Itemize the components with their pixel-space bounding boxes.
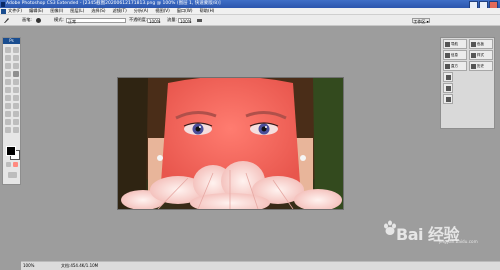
airbrush-icon[interactable] xyxy=(196,17,203,24)
window-title: Adobe Photoshop CS3 Extended - [2345截图20… xyxy=(6,1,221,6)
dodge-tool-icon[interactable] xyxy=(13,95,19,101)
workspace-button[interactable]: 工作区 ▾ xyxy=(412,17,430,24)
brush-label: 画笔: xyxy=(22,17,32,22)
brush-tool-active-icon[interactable] xyxy=(13,71,19,77)
menu-layer[interactable]: 图层(L) xyxy=(70,8,84,14)
menu-select[interactable]: 选择(S) xyxy=(91,8,105,14)
foreground-color-swatch[interactable] xyxy=(6,146,16,156)
eraser-tool-icon[interactable] xyxy=(5,87,11,93)
menu-view[interactable]: 视图(V) xyxy=(155,8,170,14)
type-tool-icon[interactable] xyxy=(13,103,19,109)
menu-help[interactable]: 帮助(H) xyxy=(200,8,215,14)
healing-brush-tool-icon[interactable] xyxy=(5,71,11,77)
crop-tool-icon[interactable] xyxy=(5,63,11,69)
panel-histogram-label: 直方 xyxy=(451,64,458,68)
pen-tool-icon[interactable] xyxy=(5,103,11,109)
menu-edit[interactable]: 编辑(E) xyxy=(29,8,43,14)
slice-tool-icon[interactable] xyxy=(13,63,19,69)
menu-file[interactable]: 文件(F) xyxy=(8,8,22,14)
path-select-tool-icon[interactable] xyxy=(5,111,11,117)
toolbox-title: Ps xyxy=(3,38,20,44)
brush-tool-icon[interactable] xyxy=(3,17,10,24)
magic-wand-tool-icon[interactable] xyxy=(13,55,19,61)
menu-window[interactable]: 窗口(W) xyxy=(177,8,193,14)
mode-select[interactable]: 正常 xyxy=(66,17,126,24)
panel-swatches-label: 色板 xyxy=(477,42,484,46)
screen-mode-icon[interactable] xyxy=(8,172,17,178)
document-canvas[interactable] xyxy=(118,78,343,209)
panel-navigator[interactable]: 导航 xyxy=(443,39,467,49)
panel-styles[interactable]: 样式 xyxy=(469,50,493,60)
paths-icon xyxy=(445,96,451,102)
shape-tool-icon[interactable] xyxy=(13,111,19,117)
panel-layers-icon-button[interactable] xyxy=(443,72,453,82)
hand-tool-icon[interactable] xyxy=(5,127,11,133)
panel-history[interactable]: 历史 xyxy=(469,61,493,71)
move-tool-icon[interactable] xyxy=(5,47,11,53)
photoshop-app-icon xyxy=(1,1,5,7)
channels-icon xyxy=(445,85,451,91)
opacity-field[interactable]: 100% xyxy=(147,17,160,24)
navigator-icon xyxy=(445,41,450,47)
layers-icon xyxy=(445,74,451,80)
flow-label: 流量: xyxy=(167,17,177,22)
swatches-icon xyxy=(471,41,476,47)
lasso-tool-icon[interactable] xyxy=(5,55,11,61)
blur-tool-icon[interactable] xyxy=(5,95,11,101)
eyedropper-tool-icon[interactable] xyxy=(13,119,19,125)
options-bar: 画笔: 模式: 正常 不透明度: 100% 流量: 100% 工作区 ▾ xyxy=(0,15,500,26)
marquee-tool-icon[interactable] xyxy=(13,47,19,53)
panel-channels-icon-button[interactable] xyxy=(443,83,453,93)
panel-histogram[interactable]: 直方 xyxy=(443,61,467,71)
gradient-tool-icon[interactable] xyxy=(13,87,19,93)
history-brush-tool-icon[interactable] xyxy=(13,79,19,85)
watermark-url: jingyan.baidu.com xyxy=(439,239,478,244)
menu-analysis[interactable]: 分析(A) xyxy=(134,8,149,14)
photo-image xyxy=(118,78,343,209)
standard-mode-icon[interactable] xyxy=(6,162,11,167)
panel-styles-label: 样式 xyxy=(477,53,484,57)
ps-logo-icon xyxy=(1,8,6,14)
notes-tool-icon[interactable] xyxy=(5,119,11,125)
brush-preset-picker[interactable] xyxy=(36,18,41,23)
panel-paths-icon-button[interactable] xyxy=(443,94,453,104)
histogram-icon xyxy=(445,63,450,69)
menu-image[interactable]: 图像(I) xyxy=(50,8,63,14)
panel-history-label: 历史 xyxy=(477,64,484,68)
menu-filter[interactable]: 滤镜(T) xyxy=(113,8,127,14)
opacity-label: 不透明度: xyxy=(129,17,148,22)
baidu-watermark: Bai 经验 jingyan.baidu.com xyxy=(383,218,493,244)
panel-info-label: 信息 xyxy=(451,53,458,57)
panels-dock: 导航 信息 直方 色板 样式 历史 xyxy=(440,37,495,129)
panel-navigator-label: 导航 xyxy=(451,42,458,46)
panel-swatches[interactable]: 色板 xyxy=(469,39,493,49)
zoom-tool-icon[interactable] xyxy=(13,127,19,133)
toolbox: Ps xyxy=(2,37,21,185)
title-bar: Adobe Photoshop CS3 Extended - [2345截图20… xyxy=(0,0,500,9)
quick-mask-mode-icon[interactable] xyxy=(13,162,18,167)
menu-bar: 文件(F) 编辑(E) 图像(I) 图层(L) 选择(S) 滤镜(T) 分析(A… xyxy=(0,8,500,15)
paw-icon xyxy=(384,220,396,235)
styles-icon xyxy=(471,52,476,58)
clone-stamp-tool-icon[interactable] xyxy=(5,79,11,85)
history-icon xyxy=(471,63,476,69)
mode-label: 模式: xyxy=(54,17,64,22)
flow-field[interactable]: 100% xyxy=(178,17,191,24)
panel-info[interactable]: 信息 xyxy=(443,50,467,60)
info-icon xyxy=(445,52,450,58)
